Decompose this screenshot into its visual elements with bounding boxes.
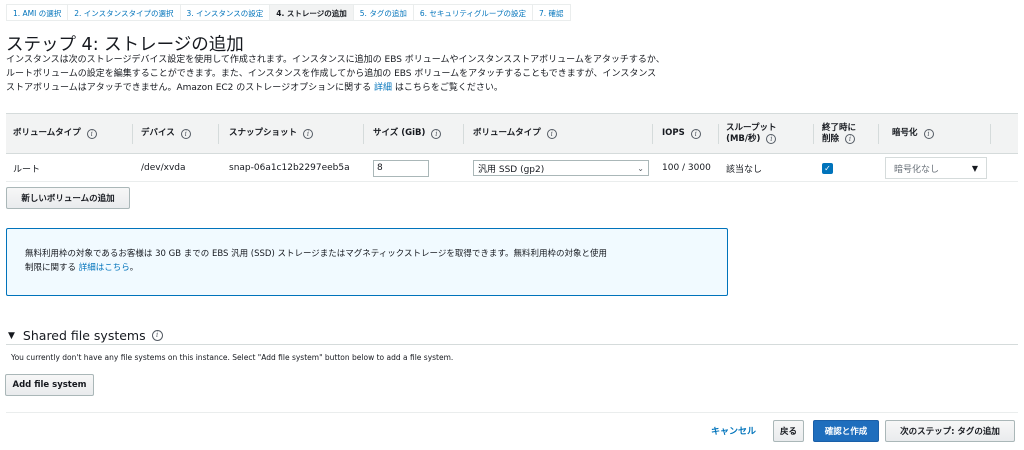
header-volume-kind-label: ボリュームタイプ [473,128,541,138]
storage-table-header: ボリュームタイプ i デバイス i スナップショット i サイズ (GiB) i ボリュ… [6,113,1018,154]
cell-volume-type: ルート [13,164,41,175]
chevron-down-icon: ⌄ [637,163,644,173]
free-tier-info-box: 無料利用枠の対象であるお客様は 30 GB までの EBS 汎用 (SSD) ス… [6,228,728,296]
header-delete-label: 終了時に [822,122,857,133]
info-text-end: 。 [129,263,139,273]
column-divider [990,124,991,144]
delete-on-termination-checkbox[interactable]: ✓ [822,162,833,174]
size-input[interactable] [373,159,429,177]
header-encryption-label: 暗号化 [892,128,918,138]
header-iops-label: IOPS [662,128,685,138]
step-add-storage[interactable]: 4. ストレージの追加 [269,4,353,21]
file-systems-message: You currently don't have any file system… [11,353,454,362]
shared-file-systems-title: Shared file systems [22,328,146,343]
info-icon[interactable]: i [431,128,442,139]
step-add-tags[interactable]: 5. タグの追加 [352,4,413,21]
header-delete-label-2: 削除 [822,133,840,144]
description-text-end: はこちらをご覧ください。 [391,83,503,93]
cell-snapshot: snap-06a1c12b2297eeb5a [229,163,350,173]
divider [6,412,1018,413]
column-divider [813,124,814,144]
info-icon[interactable]: i [690,128,701,139]
description-line-1: インスタンスは次のストレージデバイス設定を使用して作成されます。インスタンスに追… [6,55,665,65]
column-divider [463,124,464,144]
header-volume-kind: ボリュームタイプ i [473,114,557,153]
cell-iops: 100 / 3000 [662,163,711,173]
header-volume-type-label: ボリュームタイプ [13,128,81,138]
info-icon[interactable]: i [766,133,777,144]
cell-size [373,154,429,182]
next-add-tags-button[interactable]: 次のステップ: タグの追加 [885,420,1015,442]
cell-encryption: 暗号化なし ▼ [885,154,987,182]
column-divider [718,124,719,144]
cell-delete-on-termination: ✓ [822,154,833,182]
divider [6,344,1018,345]
header-delete-line-2: 削除 i [822,133,856,145]
step-review[interactable]: 7. 確認 [531,4,571,21]
step-instance-config[interactable]: 3. インスタンスの設定 [179,4,270,21]
header-device-label: デバイス [141,128,175,138]
info-icon[interactable]: i [923,128,934,139]
column-divider [132,124,133,144]
header-device: デバイス i [141,114,191,153]
encryption-select[interactable]: 暗号化なし ▼ [885,157,987,179]
learn-more-free-tier-link[interactable]: 詳細はこちら [79,263,130,273]
column-divider [218,124,219,144]
description-text: ストアボリュームはアタッチできません。Amazon EC2 のストレージオプショ… [6,83,374,93]
wizard-steps: 1. AMI の選択 2. インスタンスタイプの選択 3. インスタンスの設定 … [6,4,571,21]
header-size-label: サイズ (GiB) [373,128,426,138]
info-icon[interactable]: i [151,330,163,341]
info-line-2: 制限に関する 詳細はこちら。 [25,261,709,275]
add-file-system-button[interactable]: Add file system [5,374,94,396]
info-line-1: 無料利用枠の対象であるお客様は 30 GB までの EBS 汎用 (SSD) ス… [25,249,608,259]
caret-down-icon: ▼ [971,163,978,173]
step-security-group[interactable]: 6. セキュリティグループの設定 [412,4,532,21]
header-encryption: 暗号化 i [892,114,934,153]
step-ami[interactable]: 1. AMI の選択 [6,4,68,21]
header-snapshot-label: スナップショット [229,128,298,138]
caret-down-icon[interactable]: ▼ [8,331,15,341]
shared-file-systems-header[interactable]: ▼ Shared file systems i [8,328,163,343]
column-divider [363,124,364,144]
header-delete-on-termination: 終了時に 削除 i [822,114,856,153]
header-throughput-unit: (MB/秒) i [726,133,777,145]
header-snapshot: スナップショット i [229,114,314,153]
page-description: インスタンスは次のストレージデバイス設定を使用して作成されます。インスタンスに追… [6,53,746,95]
info-icon[interactable]: i [180,128,191,139]
learn-more-link[interactable]: 詳細 [374,83,392,93]
header-throughput-unit-label: (MB/秒) [726,133,761,144]
cell-device: /dev/xvda [141,163,186,173]
step-instance-type[interactable]: 2. インスタンスタイプの選択 [67,4,180,21]
info-icon[interactable]: i [845,133,856,144]
header-throughput: スループット (MB/秒) i [726,114,777,153]
encryption-value: 暗号化なし [894,164,940,175]
cancel-link[interactable]: キャンセル [711,424,756,437]
add-volume-button[interactable]: 新しいボリュームの追加 [6,187,130,209]
info-text: 制限に関する [25,263,79,273]
description-line-2: ルートボリュームの設定を編集することができます。また、インスタンスを作成してから… [6,69,657,79]
header-throughput-label: スループット [726,122,777,133]
back-button[interactable]: 戻る [773,420,804,442]
column-divider [652,124,653,144]
volume-type-value: 汎用 SSD (gp2) [478,164,545,175]
info-icon[interactable]: i [86,128,97,139]
header-size: サイズ (GiB) i [373,114,442,153]
header-volume-type: ボリュームタイプ i [13,114,97,153]
cell-throughput: 該当なし [726,164,763,175]
header-iops: IOPS i [662,114,701,153]
volume-type-select[interactable]: 汎用 SSD (gp2) ⌄ [473,160,649,176]
info-icon[interactable]: i [546,128,557,139]
review-and-launch-button[interactable]: 確認と作成 [813,420,879,442]
description-line-3: ストアボリュームはアタッチできません。Amazon EC2 のストレージオプショ… [6,81,746,95]
cell-volume-kind: 汎用 SSD (gp2) ⌄ [473,154,649,182]
column-divider [878,124,879,144]
table-row: ルート /dev/xvda snap-06a1c12b2297eeb5a 汎用 … [6,154,1018,182]
info-icon[interactable]: i [303,128,314,139]
